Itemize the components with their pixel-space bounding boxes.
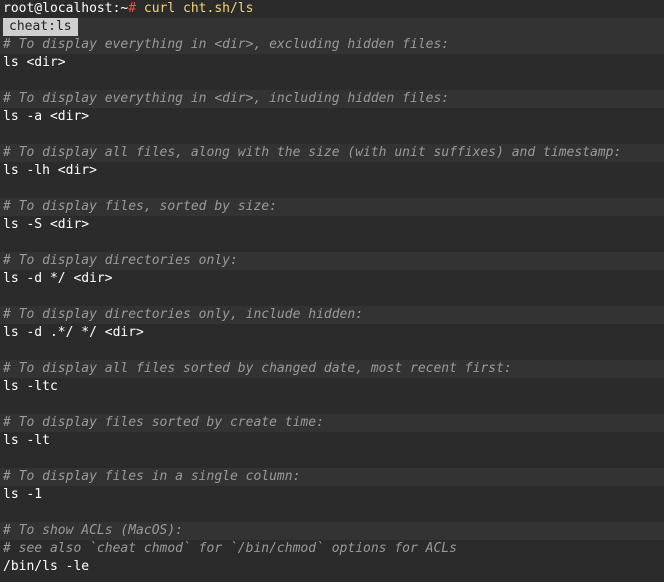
entry-command: ls -d */ <dir> [3,271,113,286]
entry-spacer [0,234,664,252]
cheat-header: cheat:ls [0,18,664,36]
entry-command: ls <dir> [3,55,66,70]
prompt-command: curl cht.sh/ls [136,1,254,16]
entry-command: ls -d .*/ */ <dir> [3,325,144,340]
entry-spacer [0,288,664,306]
entry-spacer [0,342,664,360]
entry-command: ls -lt [3,433,50,448]
entry-command: ls -S <dir> [3,217,90,232]
entry-command: /bin/ls -le [3,559,90,574]
entry-comment: # see also `cheat chmod` for `/bin/chmod… [3,541,457,556]
entry-spacer [0,396,664,414]
entry-spacer [0,450,664,468]
entry-comment: # To display files sorted by create time… [0,414,664,432]
cheat-tag: cheat:ls [3,18,78,36]
entry-command: ls -lh <dir> [3,163,97,178]
entry-command: ls -1 [3,487,43,502]
entry-comment: # To display everything in <dir>, exclud… [0,36,664,54]
entry-spacer [0,126,664,144]
entry-spacer [0,504,664,522]
entry-comment: # To display directories only, include h… [0,306,664,324]
entry-comment: # To display directories only: [0,252,664,270]
entry-spacer [0,180,664,198]
entry-comment: # To display all files sorted by changed… [0,360,664,378]
entry-comment: # To display everything in <dir>, includ… [0,90,664,108]
terminal-window[interactable]: root@localhost:~# curl cht.sh/ls cheat:l… [0,0,664,582]
entry-comment: # To display all files, along with the s… [0,144,664,162]
entry-comment: # To display files, sorted by size: [0,198,664,216]
prompt-line: root@localhost:~# curl cht.sh/ls [0,0,664,18]
entry-spacer [0,72,664,90]
prompt-symbol: # [128,1,137,16]
entry-command: ls -ltc [3,379,58,394]
prompt-user-host: root@localhost:~ [3,1,129,16]
entry-command: ls -a <dir> [3,109,90,124]
entry-comment: # To show ACLs (MacOS): [0,522,664,540]
cheat-entries: # To display everything in <dir>, exclud… [0,36,664,576]
entry-comment: # To display files in a single column: [0,468,664,486]
